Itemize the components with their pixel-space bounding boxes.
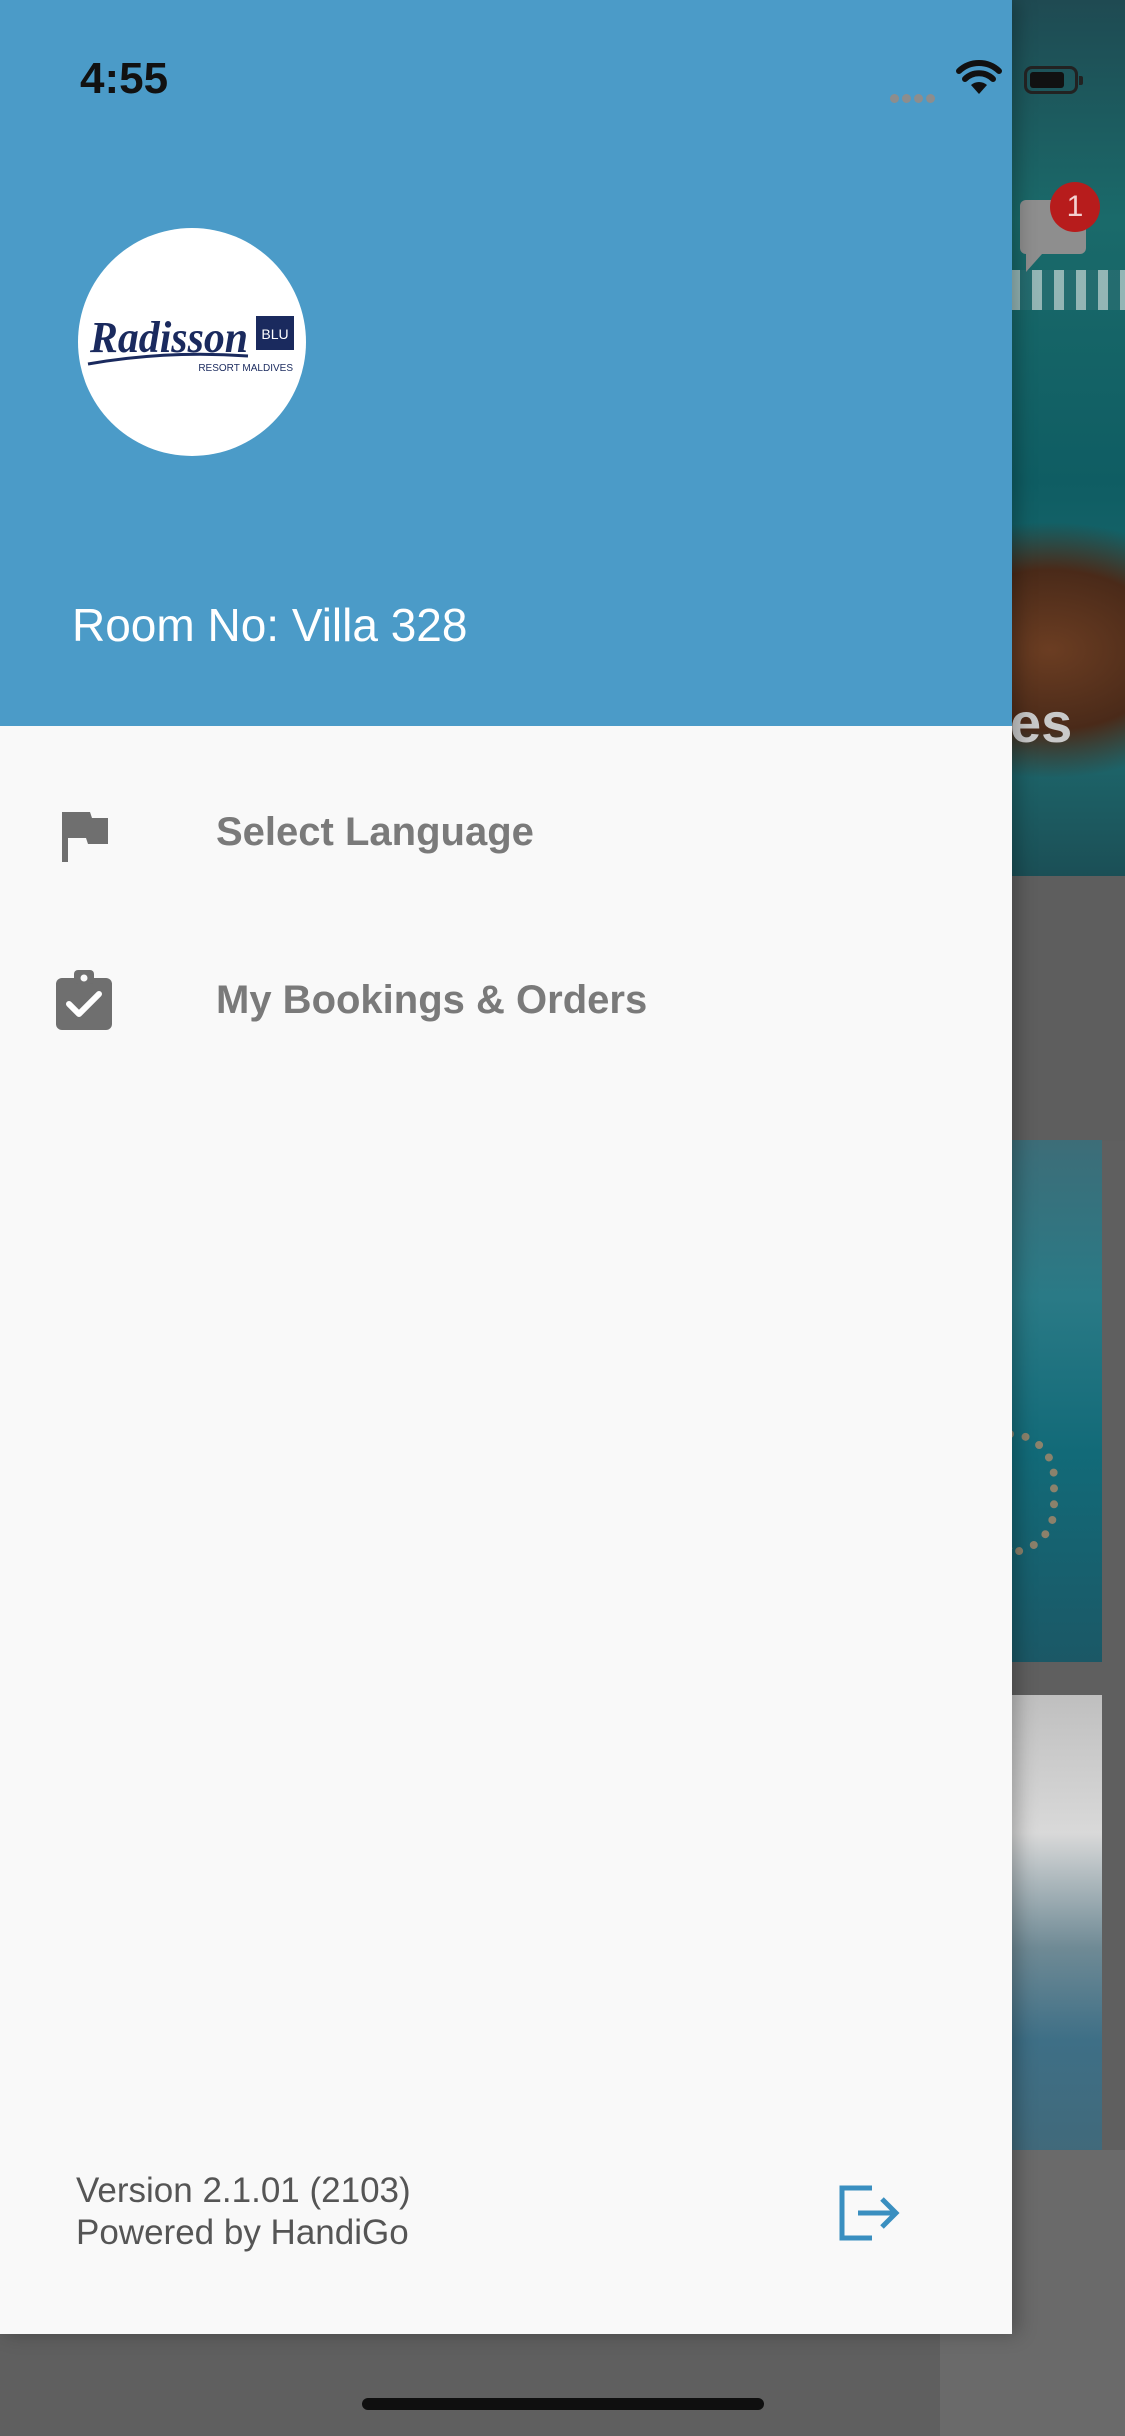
- flag-icon: [62, 812, 108, 862]
- notification-badge: 1: [1050, 182, 1100, 232]
- status-icons: [890, 60, 1100, 103]
- hotel-logo: Radisson BLU RESORT MALDIVES: [78, 228, 306, 456]
- menu-item-label: My Bookings & Orders: [216, 978, 648, 1022]
- clipboard-check-icon: [56, 970, 112, 1030]
- menu-item-select-language[interactable]: Select Language: [0, 760, 1012, 910]
- powered-by-text: Powered by HandiGo: [76, 2213, 409, 2252]
- wifi-icon: [956, 60, 1002, 94]
- radisson-logo-icon: Radisson BLU RESORT MALDIVES: [87, 313, 294, 374]
- battery-icon: [1024, 66, 1083, 94]
- navigation-drawer: 4:55 Radisson BLU RESORT MALDIVES Room N…: [0, 0, 1083, 2334]
- hero-title-partial: es: [1010, 691, 1073, 754]
- room-number: Room No: Villa 328: [72, 599, 468, 651]
- menu-item-my-bookings[interactable]: My Bookings & Orders: [0, 928, 1012, 1078]
- version-text: Version 2.1.01 (2103): [76, 2171, 411, 2210]
- svg-text:BLU: BLU: [261, 326, 288, 342]
- logout-icon[interactable]: [836, 2180, 902, 2246]
- experience-card-image: [1010, 1140, 1102, 1662]
- drawer-header: 4:55 Radisson BLU RESORT MALDIVES Room N…: [0, 0, 1083, 726]
- experience-card-image: [1010, 1695, 1102, 2155]
- app-footer: Version 2.1.01 (2103) Powered by HandiGo: [76, 2170, 411, 2254]
- signal-dots-icon: [890, 90, 938, 108]
- svg-text:RESORT MALDIVES: RESORT MALDIVES: [198, 363, 293, 374]
- home-indicator[interactable]: [362, 2398, 764, 2410]
- status-time: 4:55: [80, 54, 169, 103]
- menu-item-label: Select Language: [216, 810, 534, 854]
